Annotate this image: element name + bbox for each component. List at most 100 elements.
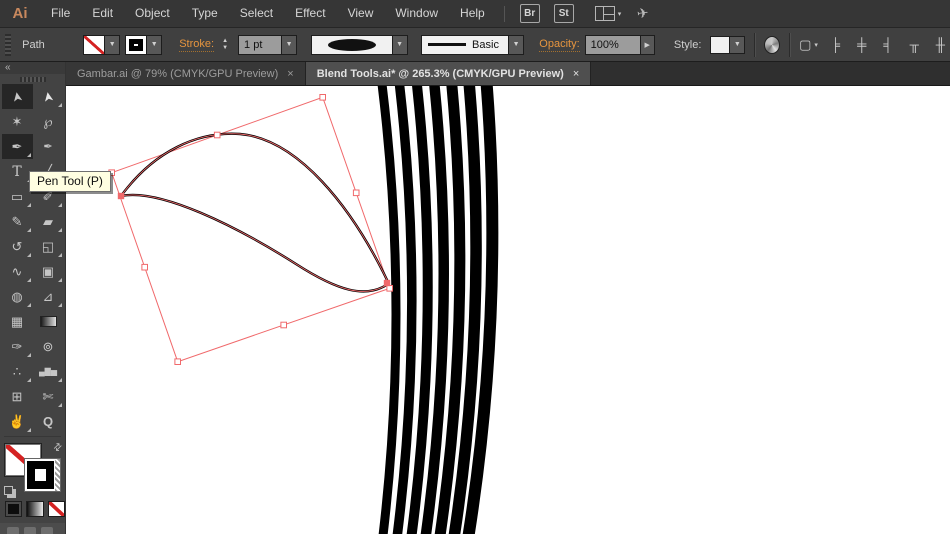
stepper-down-icon[interactable]: ▼: [219, 45, 231, 52]
stroke-label-link[interactable]: Stroke:: [179, 38, 215, 52]
chevron-right-icon: ▶: [644, 41, 650, 49]
opacity-arrow-button[interactable]: ▶: [640, 34, 655, 55]
type-icon: T: [12, 163, 22, 180]
align-vertical-center-icon[interactable]: ╫: [936, 37, 945, 52]
menu-item-file[interactable]: File: [40, 0, 81, 27]
stroke-weight-dropdown[interactable]: ▼: [282, 34, 298, 55]
menu-item-type[interactable]: Type: [181, 0, 229, 27]
menu-item-object[interactable]: Object: [124, 0, 181, 27]
none-button[interactable]: [47, 500, 65, 517]
tool-shape-builder[interactable]: ◍: [2, 284, 33, 309]
tools-panel-collapse-button[interactable]: «: [0, 62, 65, 74]
tool-mesh[interactable]: ▦: [2, 309, 33, 334]
style-label: Style:: [673, 38, 702, 51]
zoom-icon: Q: [42, 414, 54, 430]
tool-hand[interactable]: ✌: [2, 409, 33, 434]
document-area: Gambar.ai @ 79% (CMYK/GPU Preview) × Blend…: [66, 62, 950, 534]
path-highlight: [120, 194, 389, 292]
tool-gradient[interactable]: [33, 309, 64, 334]
menu-item-window[interactable]: Window: [384, 0, 449, 27]
tool-direct-selection[interactable]: ➤: [33, 84, 64, 109]
document-tab-2[interactable]: Blend Tools.ai* @ 265.3% (CMYK/GPU Previ…: [305, 62, 592, 85]
tool-magic-wand[interactable]: ✶: [2, 109, 33, 134]
workspace-caret-icon[interactable]: ▾: [618, 10, 622, 18]
blend-stripe: [377, 86, 401, 534]
variable-width-profile-select[interactable]: [310, 34, 393, 55]
tools-panel-grip[interactable]: [19, 77, 46, 83]
stroke-weight-stepper[interactable]: ▲ ▼: [219, 38, 231, 52]
menu-item-help[interactable]: Help: [449, 0, 496, 27]
panel-grip[interactable]: [5, 33, 12, 56]
brush-definition-select[interactable]: Basic: [421, 34, 510, 55]
tooltip: Pen Tool (P): [29, 171, 111, 192]
tool-type[interactable]: T: [2, 159, 33, 184]
stroke-color-swatch[interactable]: [125, 34, 148, 55]
tool-free-transform[interactable]: ▣: [33, 259, 64, 284]
menu-item-edit[interactable]: Edit: [81, 0, 124, 27]
tool-pen[interactable]: ✒: [1, 134, 33, 160]
stroke-swatch-black[interactable]: [24, 458, 61, 493]
tools-grid: ➤➤✶℘✒✒T╱▭✐✎▰↺◱∿▣◍⊿▦✑⊚∴▄▇▅⊞✄✌Q: [0, 84, 65, 434]
tool-eraser[interactable]: ▰: [33, 209, 64, 234]
menu-item-effect[interactable]: Effect: [284, 0, 336, 27]
mesh-icon: ▦: [10, 313, 24, 329]
color-button[interactable]: [5, 500, 23, 517]
tab-close-icon[interactable]: ×: [287, 68, 293, 80]
tool-eyedropper[interactable]: ✑: [2, 334, 33, 359]
opacity-value-field[interactable]: 100%: [584, 34, 641, 55]
tool-scale[interactable]: ◱: [33, 234, 64, 259]
width-icon: ∿: [11, 263, 23, 279]
document-tab-1[interactable]: Gambar.ai @ 79% (CMYK/GPU Preview) ×: [66, 62, 306, 85]
tool-rectangle[interactable]: ▭: [2, 184, 33, 209]
fill-color-swatch[interactable]: [83, 34, 106, 55]
stock-button[interactable]: St: [553, 4, 574, 23]
curvature-icon: ✒: [43, 141, 53, 154]
tool-symbol-sprayer[interactable]: ∴: [2, 359, 33, 384]
artwork-svg: [108, 86, 499, 534]
recolor-artwork-icon[interactable]: [764, 35, 781, 54]
gradient-button[interactable]: [26, 500, 44, 517]
tool-slice[interactable]: ✄: [33, 384, 64, 409]
brush-definition-dropdown[interactable]: ▼: [509, 34, 525, 55]
align-vertical-top-icon[interactable]: ╥: [910, 37, 919, 52]
swap-fill-stroke-icon[interactable]: ⇄: [51, 441, 65, 455]
align-horizontal-center-icon[interactable]: ╪: [857, 37, 866, 52]
fill-dropdown-button[interactable]: ▼: [105, 34, 121, 55]
chevron-down-icon: ▼: [150, 41, 158, 48]
draw-normal-button[interactable]: [7, 526, 19, 534]
bridge-button[interactable]: Br: [519, 4, 540, 23]
tool-zoom[interactable]: Q: [33, 409, 64, 434]
anchor-point: [117, 192, 125, 200]
tool-rotate[interactable]: ↺: [2, 234, 33, 259]
tool-perspective-grid[interactable]: ⊿: [33, 284, 64, 309]
align-horizontal-right-icon[interactable]: ╡: [883, 37, 892, 52]
tool-lasso[interactable]: ℘: [33, 109, 64, 134]
menu-item-select[interactable]: Select: [229, 0, 284, 27]
align-horizontal-left-icon[interactable]: ╞: [831, 37, 840, 52]
tool-artboard[interactable]: ⊞: [2, 384, 33, 409]
draw-inside-button[interactable]: [41, 526, 53, 534]
tool-selection[interactable]: ➤: [1, 84, 33, 110]
tool-blend[interactable]: ⊚: [33, 334, 64, 359]
style-dropdown[interactable]: ▼: [730, 35, 746, 54]
canvas[interactable]: [66, 86, 950, 534]
tab-close-icon[interactable]: ×: [573, 68, 579, 80]
stroke-dropdown-button[interactable]: ▼: [147, 34, 163, 55]
width-profile-dropdown[interactable]: ▼: [392, 34, 408, 55]
style-swatch[interactable]: [710, 35, 731, 54]
tool-pencil[interactable]: ✎: [2, 209, 33, 234]
workspace-switcher-icon[interactable]: [594, 6, 615, 21]
transform-menu-button[interactable]: ▢ ▾: [799, 37, 818, 53]
pencil-icon: ✎: [11, 213, 23, 229]
menu-item-view[interactable]: View: [337, 0, 385, 27]
stroke-weight-value[interactable]: 1 pt: [238, 34, 283, 55]
tool-column-graph[interactable]: ▄▇▅: [33, 359, 64, 384]
tool-curvature[interactable]: ✒: [33, 134, 64, 159]
opacity-label-link[interactable]: Opacity:: [539, 38, 580, 52]
draw-behind-button[interactable]: [24, 526, 36, 534]
magic-wand-icon: ✶: [11, 113, 23, 129]
stepper-up-icon[interactable]: ▲: [219, 38, 231, 45]
default-fill-stroke-icon[interactable]: [4, 486, 13, 496]
gpu-performance-rocket-icon[interactable]: ✈: [636, 4, 650, 22]
tool-width[interactable]: ∿: [2, 259, 33, 284]
